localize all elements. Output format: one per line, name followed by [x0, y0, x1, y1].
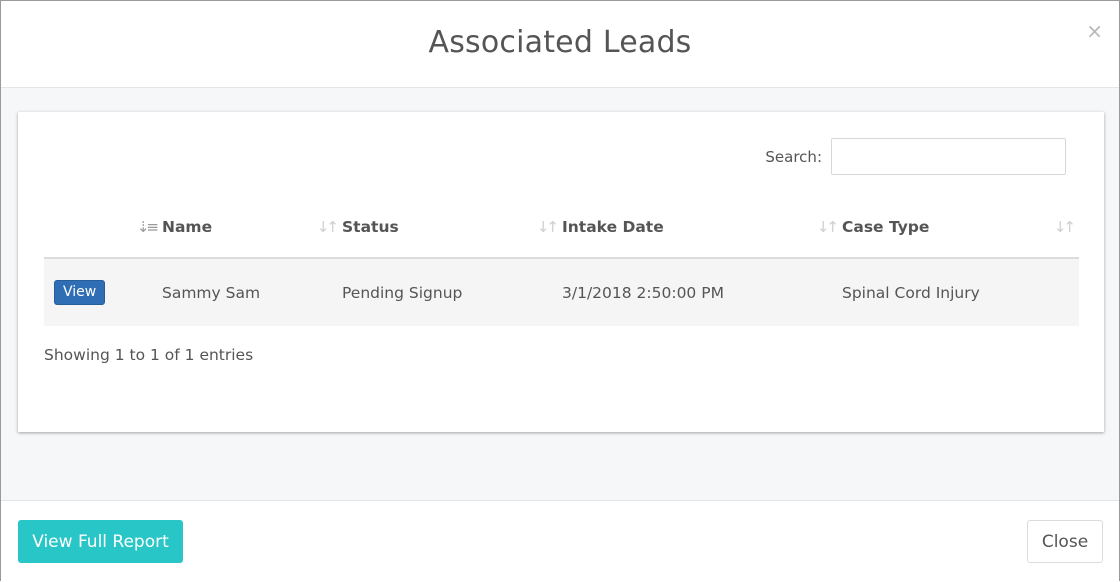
column-header-action[interactable]: ⇣≡: [44, 196, 162, 259]
table-info: Showing 1 to 1 of 1 entries: [44, 346, 254, 364]
table-row: View Sammy Sam Pending Signup 3/1/2018 2…: [44, 258, 1079, 326]
lead-case-type: Spinal Cord Injury: [842, 258, 1079, 326]
column-header-case-type[interactable]: Case Type ↓↑: [842, 196, 1079, 259]
column-header-intake-date[interactable]: Intake Date ↓↑: [562, 196, 842, 259]
associated-leads-modal: Associated Leads × Search: ⇣≡ Name ↓↑ St…: [0, 0, 1120, 582]
close-button[interactable]: Close: [1027, 520, 1103, 563]
column-header-status[interactable]: Status ↓↑: [342, 196, 562, 259]
search-input[interactable]: [831, 138, 1066, 175]
search-area: Search:: [765, 138, 1066, 175]
sort-amount-down-icon: ⇣≡: [136, 217, 159, 236]
row-action-cell: View: [44, 258, 162, 326]
close-icon[interactable]: ×: [1086, 19, 1103, 43]
column-label-status: Status: [342, 217, 399, 236]
column-header-name[interactable]: Name ↓↑: [162, 196, 342, 259]
modal-header: Associated Leads ×: [1, 1, 1119, 88]
modal-footer: View Full Report Close: [1, 500, 1119, 582]
column-label-case-type: Case Type: [842, 217, 930, 236]
column-label-name: Name: [162, 217, 213, 236]
view-full-report-button[interactable]: View Full Report: [18, 520, 183, 563]
lead-status: Pending Signup: [342, 258, 562, 326]
lead-name: Sammy Sam: [162, 258, 342, 326]
search-label: Search:: [765, 147, 822, 166]
sort-icon: ↓↑: [816, 217, 839, 236]
table-header-row: ⇣≡ Name ↓↑ Status ↓↑ Intake Date ↓↑ Case…: [44, 196, 1079, 259]
sort-icon: ↓↑: [316, 217, 339, 236]
column-label-intake-date: Intake Date: [562, 217, 664, 236]
modal-title: Associated Leads: [428, 25, 692, 60]
sort-icon: ↓↑: [1053, 217, 1076, 236]
lead-intake-date: 3/1/2018 2:50:00 PM: [562, 258, 842, 326]
modal-body: Search: ⇣≡ Name ↓↑ Status ↓↑ Intake Date…: [1, 88, 1119, 500]
leads-table: ⇣≡ Name ↓↑ Status ↓↑ Intake Date ↓↑ Case…: [44, 196, 1079, 326]
view-lead-button[interactable]: View: [54, 280, 106, 305]
leads-panel: Search: ⇣≡ Name ↓↑ Status ↓↑ Intake Date…: [18, 112, 1104, 432]
sort-icon: ↓↑: [536, 217, 559, 236]
